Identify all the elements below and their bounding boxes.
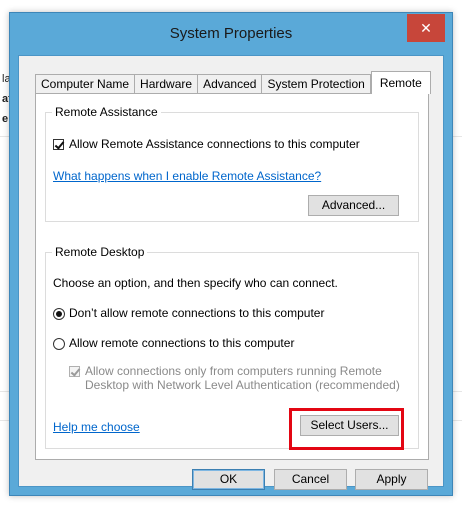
tab-computer-name[interactable]: Computer Name (35, 74, 135, 93)
allow-remote-radio[interactable] (53, 338, 65, 350)
nla-only-checkbox[interactable] (69, 366, 80, 377)
dont-allow-remote-label[interactable]: Don’t allow remote connections to this c… (69, 306, 324, 320)
background-text-3: e (2, 113, 9, 125)
cancel-button[interactable]: Cancel (274, 469, 347, 490)
dialog-client-area: Computer Name Hardware Advanced System P… (18, 55, 444, 490)
remote-assistance-group: Remote Assistance Allow Remote Assistanc… (45, 105, 419, 222)
help-me-choose-link[interactable]: Help me choose (53, 420, 140, 434)
tab-remote[interactable]: Remote (370, 71, 431, 94)
nla-only-label-line1: Allow connections only from computers ru… (85, 364, 382, 378)
remote-assistance-help-link[interactable]: What happens when I enable Remote Assist… (53, 169, 321, 183)
ok-button[interactable]: OK (192, 469, 265, 490)
remote-desktop-instruction: Choose an option, and then specify who c… (53, 276, 338, 290)
system-properties-window: System Properties ✕ Computer Name Hardwa… (9, 12, 453, 496)
apply-button[interactable]: Apply (355, 469, 428, 490)
close-button[interactable]: ✕ (407, 14, 445, 42)
dont-allow-remote-radio[interactable] (53, 308, 65, 320)
remote-assistance-group-label: Remote Assistance (52, 105, 161, 119)
remote-desktop-group-label: Remote Desktop (52, 245, 148, 259)
allow-remote-assistance-checkbox[interactable] (53, 139, 64, 150)
nla-only-label-line2: Desktop with Network Level Authenticatio… (85, 378, 400, 392)
tab-system-protection[interactable]: System Protection (261, 74, 371, 93)
allow-remote-label[interactable]: Allow remote connections to this compute… (69, 336, 294, 350)
advanced-button[interactable]: Advanced... (308, 195, 399, 216)
highlight-annotation (289, 408, 404, 450)
remote-tab-panel: Remote Assistance Allow Remote Assistanc… (35, 93, 429, 460)
tab-advanced[interactable]: Advanced (197, 74, 262, 93)
window-title: System Properties (169, 25, 293, 42)
tab-strip: Computer Name Hardware Advanced System P… (35, 70, 431, 94)
close-icon: ✕ (420, 20, 432, 36)
allow-remote-assistance-label[interactable]: Allow Remote Assistance connections to t… (69, 137, 360, 151)
tab-hardware[interactable]: Hardware (134, 74, 198, 93)
